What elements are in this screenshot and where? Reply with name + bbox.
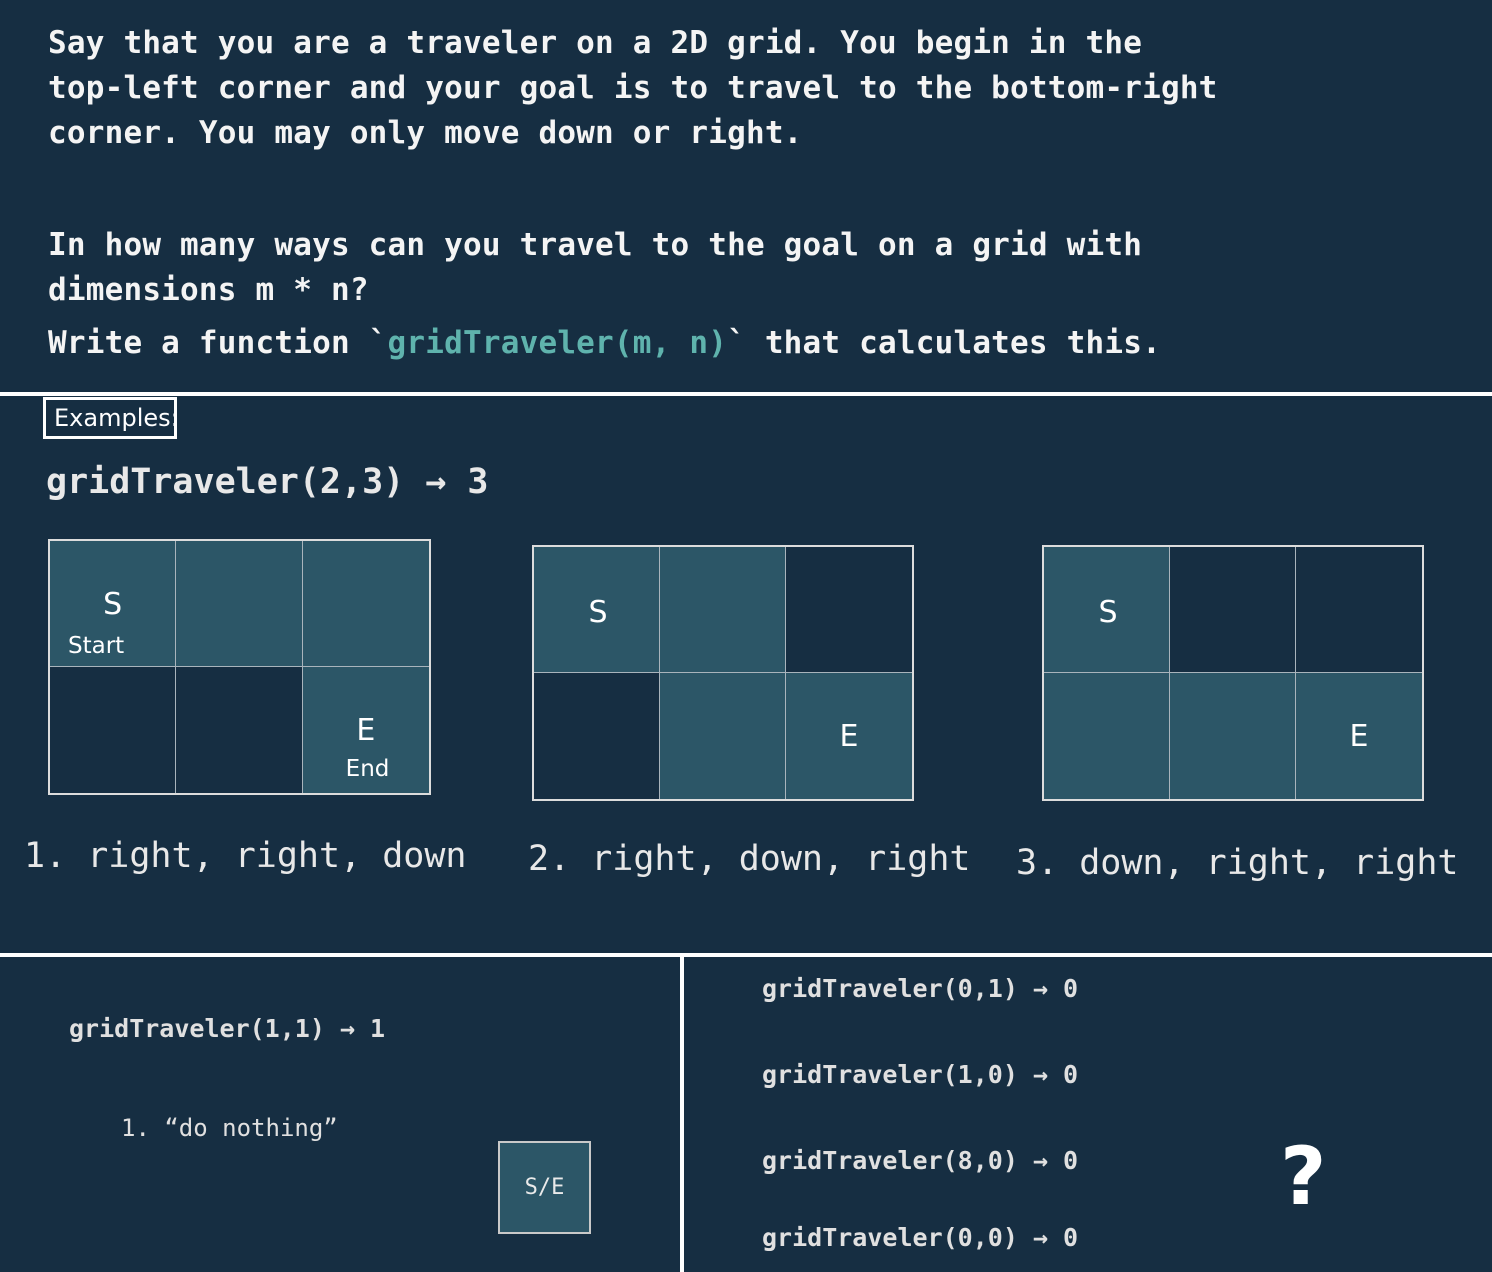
example-grid-2: S E xyxy=(532,545,914,801)
problem-line-6-after: ` that calculates this. xyxy=(727,325,1161,361)
problem-line-3: corner. You may only move down or right. xyxy=(48,115,803,151)
example-grid-3: S E xyxy=(1042,545,1424,801)
path-label-1: 1. right, right, down xyxy=(24,836,467,876)
grid3-cell-start: S xyxy=(1044,547,1170,673)
grid3-cell-end: E xyxy=(1296,673,1422,799)
grid3-cell xyxy=(1296,547,1422,673)
grid1-end-label: End xyxy=(345,756,390,782)
problem-line-4: In how many ways can you travel to the g… xyxy=(48,227,1143,263)
grid1-cell xyxy=(176,541,303,667)
example-zero-call-3: gridTraveler(8,0) → 0 xyxy=(762,1146,1079,1175)
grid3-cell xyxy=(1044,673,1170,799)
divider-top xyxy=(0,392,1492,396)
example-1x1-path: 1. “do nothing” xyxy=(121,1114,338,1142)
divider-vertical xyxy=(680,957,684,1272)
example-grid-1: S Start E End xyxy=(48,539,431,795)
grid2-cell xyxy=(534,673,660,799)
grid2-cell xyxy=(660,547,786,673)
grid1-end-marker: E xyxy=(356,713,376,748)
path-label-3: 3. down, right, right xyxy=(1016,843,1459,883)
grid1-cell xyxy=(302,541,429,667)
example-1x1-call: gridTraveler(1,1) → 1 xyxy=(69,1014,386,1043)
grid2-cell xyxy=(660,673,786,799)
example-zero-call-4: gridTraveler(0,0) → 0 xyxy=(762,1223,1079,1252)
grid2-end-marker: E xyxy=(839,719,859,754)
grid2-cell xyxy=(786,547,912,673)
start-end-cell: S/E xyxy=(498,1141,591,1234)
problem-line-5: dimensions m * n? xyxy=(48,272,369,308)
grid3-cell xyxy=(1170,673,1296,799)
problem-line-6: Write a function `gridTraveler(m, n)` th… xyxy=(48,325,1161,361)
grid3-cell xyxy=(1170,547,1296,673)
example-zero-call-2: gridTraveler(1,0) → 0 xyxy=(762,1060,1079,1089)
grid1-start-label: Start xyxy=(68,633,125,659)
examples-label: Examples: xyxy=(43,397,179,439)
grid1-cell xyxy=(176,667,303,793)
grid3-end-marker: E xyxy=(1349,719,1369,754)
grid1-cell xyxy=(50,667,177,793)
path-label-2: 2. right, down, right xyxy=(528,839,971,879)
grid1-cell-start: S Start xyxy=(50,541,177,667)
grid2-cell-start: S xyxy=(534,547,660,673)
example-zero-call-1: gridTraveler(0,1) → 0 xyxy=(762,974,1079,1003)
function-signature: gridTraveler(m, n) xyxy=(387,325,728,361)
problem-line-1: Say that you are a traveler on a 2D grid… xyxy=(48,25,1143,61)
example-heading: gridTraveler(2,3) → 3 xyxy=(46,462,489,502)
grid1-cell-end: E End xyxy=(302,667,429,793)
divider-middle xyxy=(0,953,1492,957)
grid2-cell-end: E xyxy=(786,673,912,799)
problem-line-2: top-left corner and your goal is to trav… xyxy=(48,70,1218,106)
problem-line-6-before: Write a function ` xyxy=(48,325,388,361)
question-mark: ? xyxy=(1280,1130,1327,1223)
grid1-start-marker: S xyxy=(103,587,123,622)
